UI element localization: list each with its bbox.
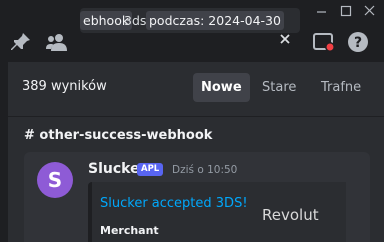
search-input[interactable]: ebhook 3ds podczas: 2024-04-30: [80, 8, 300, 33]
clear-icon[interactable]: [276, 30, 294, 48]
maximize-icon[interactable]: [336, 2, 356, 20]
sort-relevant-button[interactable]: Trafne: [313, 73, 369, 102]
app-badge: APL: [137, 163, 164, 176]
inbox-icon[interactable]: [311, 30, 335, 54]
pin-icon[interactable]: [9, 30, 33, 54]
left-strip: [0, 62, 8, 242]
message-timestamp: Dziś o 10:50: [172, 164, 238, 176]
sort-new-button[interactable]: Nowe: [193, 73, 250, 102]
members-icon[interactable]: [45, 30, 69, 54]
embed-thumbnail-logo: Revolut: [262, 206, 319, 224]
svg-text:?: ?: [354, 35, 362, 51]
search-term: 3ds: [124, 13, 147, 28]
embed-field-label: Merchant: [100, 224, 159, 237]
embed-title[interactable]: Slucker accepted 3DS!: [100, 196, 248, 211]
divider: [8, 116, 384, 117]
search-chip-date[interactable]: podczas: 2024-04-30: [146, 11, 284, 30]
channel-name[interactable]: # other-success-webhook: [24, 128, 212, 143]
results-count: 389 wyników: [22, 79, 107, 94]
sort-old-button[interactable]: Stare: [254, 73, 304, 102]
minimize-icon[interactable]: [312, 2, 332, 20]
avatar[interactable]: S: [37, 162, 73, 198]
help-icon[interactable]: ?: [346, 30, 370, 54]
close-window-icon[interactable]: [360, 2, 380, 20]
